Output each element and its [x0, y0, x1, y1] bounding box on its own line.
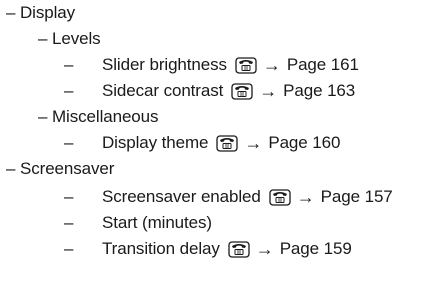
- tree-item-display-theme: – Display theme → Page 160: [0, 130, 340, 156]
- tree-item-sidecar-contrast: – Sidecar contrast → Page 163: [0, 78, 355, 104]
- bullet-dash: –: [64, 55, 74, 74]
- tree-item-label: Display theme: [102, 133, 209, 152]
- tree-item-transition-delay: – Transition delay → Page 159: [0, 236, 352, 262]
- tree-item-levels: – Levels: [0, 26, 101, 52]
- bullet-dash: –: [38, 29, 48, 48]
- bullet-dash: –: [38, 107, 48, 126]
- bullet-dash: –: [6, 3, 16, 22]
- bullet-dash: –: [64, 213, 74, 232]
- bullet-dash: –: [64, 81, 74, 100]
- tree-item-display: – Display: [0, 0, 75, 26]
- arrow-right-icon: →: [296, 186, 315, 207]
- arrow-right-icon: →: [262, 54, 281, 75]
- telephone-icon: [235, 56, 257, 74]
- bullet-dash: –: [64, 239, 74, 258]
- page-reference-link[interactable]: Page 157: [321, 187, 393, 207]
- tree-item-screensaver-enabled: – Screensaver enabled → Page 157: [0, 184, 393, 210]
- tree-item-label: Transition delay: [102, 239, 220, 258]
- arrow-right-icon: →: [255, 238, 274, 259]
- tree-item-label: Miscellaneous: [52, 107, 159, 126]
- tree-item-label: Display: [20, 3, 76, 22]
- tree-item-label: Levels: [52, 29, 101, 48]
- tree-item-slider-brightness: – Slider brightness → Page 161: [0, 52, 359, 78]
- tree-item-screensaver: – Screensaver: [0, 156, 114, 182]
- tree-item-start-minutes: – Start (minutes): [0, 210, 212, 236]
- telephone-icon: [269, 188, 291, 206]
- bullet-dash: –: [6, 159, 16, 178]
- page-reference-link[interactable]: Page 160: [268, 133, 340, 153]
- telephone-icon: [216, 134, 239, 152]
- tree-item-label: Slider brightness: [102, 55, 227, 74]
- arrow-right-icon: →: [244, 132, 263, 153]
- page-reference-link[interactable]: Page 163: [283, 81, 355, 101]
- tree-item-label: Start (minutes): [102, 213, 212, 232]
- telephone-icon: [228, 240, 250, 258]
- page-reference-link[interactable]: Page 159: [280, 239, 352, 259]
- bullet-dash: –: [64, 187, 74, 206]
- telephone-icon: [231, 82, 253, 100]
- page-reference-link[interactable]: Page 161: [287, 55, 359, 75]
- tree-item-miscellaneous: – Miscellaneous: [0, 104, 159, 130]
- tree-item-label: Sidecar contrast: [102, 81, 224, 100]
- tree-item-label: Screensaver enabled: [102, 187, 261, 206]
- arrow-right-icon: →: [259, 80, 278, 101]
- bullet-dash: –: [64, 133, 74, 152]
- tree-item-label: Screensaver: [20, 159, 115, 178]
